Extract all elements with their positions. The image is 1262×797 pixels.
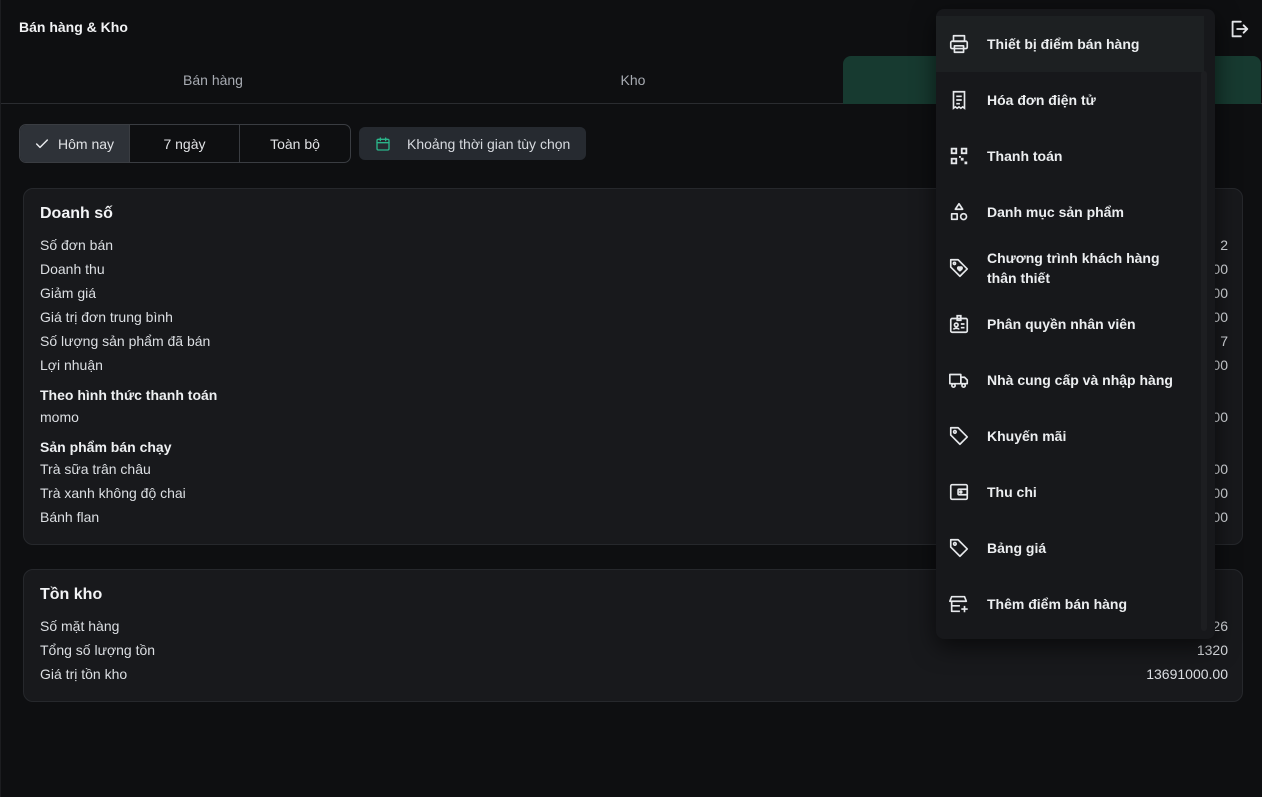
menu-item-label: Phân quyền nhân viên xyxy=(987,316,1136,332)
menu-item-label: Hóa đơn điện tử xyxy=(987,92,1096,108)
stat-label: Giảm giá xyxy=(40,285,97,301)
stat-row: Tổng số lượng tồn 1320 xyxy=(40,640,1228,660)
stat-label: Lợi nhuận xyxy=(40,357,103,373)
stat-label: Bánh flan xyxy=(40,509,100,525)
menu-item-price-list[interactable]: Bảng giá xyxy=(936,520,1204,576)
menu-item-promotions[interactable]: Khuyến mãi xyxy=(936,408,1204,464)
tab-sales[interactable]: Bán hàng xyxy=(3,56,423,104)
filter-7days-button[interactable]: 7 ngày xyxy=(130,125,240,162)
stat-value: 7 xyxy=(1220,333,1228,349)
price-tag-icon xyxy=(948,537,970,559)
tab-inventory[interactable]: Kho xyxy=(423,56,843,104)
tag-icon xyxy=(948,425,970,447)
logout-button[interactable] xyxy=(1227,17,1251,41)
logout-icon xyxy=(1228,18,1250,40)
printer-icon xyxy=(948,33,970,55)
calendar-icon xyxy=(375,136,391,152)
stat-value: 1320 xyxy=(1196,642,1228,658)
settings-dropdown-menu: Thiết bị điểm bán hàng Hóa đơn điện tử T… xyxy=(936,9,1215,639)
menu-item-label: Thêm điểm bán hàng xyxy=(987,596,1128,612)
custom-date-range-button[interactable]: Khoảng thời gian tùy chọn xyxy=(359,127,587,160)
menu-item-product-catalog[interactable]: Danh mục sản phẩm xyxy=(936,184,1204,240)
menu-item-label: Thu chi xyxy=(987,484,1037,500)
menu-item-label: Chương trình khách hàng thân thiết xyxy=(987,250,1160,286)
menu-item-label: Thanh toán xyxy=(987,148,1063,164)
tag-heart-icon xyxy=(948,257,970,279)
stat-label: Trà xanh không độ chai xyxy=(40,485,186,501)
best-sellers-title: Sản phẩm bán chạy xyxy=(40,439,172,455)
filter-today-label: Hôm nay xyxy=(58,135,115,152)
truck-icon xyxy=(948,369,970,391)
date-range-segmented: Hôm nay 7 ngày Toàn bộ xyxy=(19,124,351,163)
stat-label: Tổng số lượng tồn xyxy=(40,642,156,658)
menu-item-e-invoice[interactable]: Hóa đơn điện tử xyxy=(936,72,1204,128)
payment-method-title: Theo hình thức thanh toán xyxy=(40,387,218,403)
stat-label: Số lượng sản phẩm đã bán xyxy=(40,333,211,349)
date-filter-bar: Hôm nay 7 ngày Toàn bộ Khoảng thời gian … xyxy=(19,124,587,163)
stat-label: Số mặt hàng xyxy=(40,618,120,634)
menu-item-label: Danh mục sản phẩm xyxy=(987,204,1124,220)
inventory-title: Tồn kho xyxy=(40,586,103,603)
stat-label: Giá trị tồn kho xyxy=(40,666,128,682)
menu-item-label: Khuyến mãi xyxy=(987,428,1067,444)
app-window: Bán hàng & Kho Bán hàng Kho Hôm nay 7 ng… xyxy=(0,0,1262,797)
stat-label: Doanh thu xyxy=(40,261,105,277)
filter-today-button[interactable]: Hôm nay xyxy=(20,125,130,162)
sales-title: Doanh số xyxy=(40,205,113,222)
custom-date-range-label: Khoảng thời gian tùy chọn xyxy=(407,135,571,152)
menu-item-label: Thiết bị điểm bán hàng xyxy=(987,36,1140,52)
menu-item-add-store[interactable]: Thêm điểm bán hàng xyxy=(936,576,1204,632)
qr-code-icon xyxy=(948,145,970,167)
wallet-icon xyxy=(948,481,970,503)
stat-value: 13691000.00 xyxy=(1146,666,1228,682)
filter-all-button[interactable]: Toàn bộ xyxy=(240,125,350,162)
menu-item-payment[interactable]: Thanh toán xyxy=(936,128,1204,184)
shapes-icon xyxy=(948,201,970,223)
menu-item-suppliers[interactable]: Nhà cung cấp và nhập hàng xyxy=(936,352,1204,408)
menu-item-pos-devices[interactable]: Thiết bị điểm bán hàng xyxy=(936,16,1204,72)
page-title: Bán hàng & Kho xyxy=(19,19,128,35)
menu-item-income-expense[interactable]: Thu chi xyxy=(936,464,1204,520)
stat-label: momo xyxy=(40,409,79,425)
id-badge-icon xyxy=(948,313,970,335)
stat-row: Giá trị tồn kho 13691000.00 xyxy=(40,664,1228,684)
receipt-icon xyxy=(948,89,970,111)
menu-item-staff-permissions[interactable]: Phân quyền nhân viên xyxy=(936,296,1204,352)
store-add-icon xyxy=(948,593,970,615)
stat-label: Trà sữa trân châu xyxy=(40,461,151,477)
menu-item-label: Bảng giá xyxy=(987,540,1047,556)
stat-label: Số đơn bán xyxy=(40,237,114,253)
stat-label: Giá trị đơn trung bình xyxy=(40,309,173,325)
stat-value: 2 xyxy=(1220,237,1228,253)
menu-item-label: Nhà cung cấp và nhập hàng xyxy=(987,372,1173,388)
menu-item-loyalty-program[interactable]: Chương trình khách hàng thân thiết xyxy=(936,240,1204,296)
check-icon xyxy=(34,136,50,152)
